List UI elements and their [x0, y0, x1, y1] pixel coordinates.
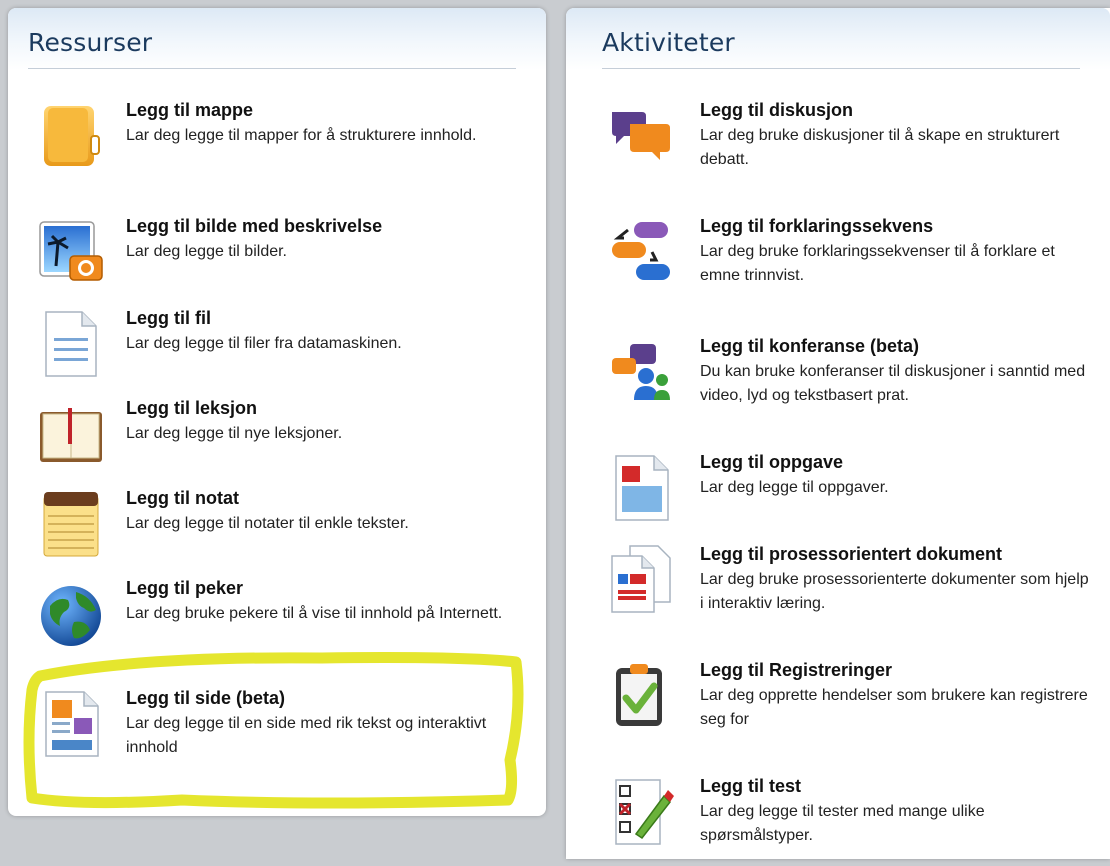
- item-title: Legg til prosessorientert dokument: [700, 544, 1003, 564]
- item-title: Legg til mappe: [126, 100, 254, 120]
- header-divider: [28, 68, 516, 69]
- clipboard-check-icon: [606, 660, 676, 730]
- item-title: Legg til oppgave: [700, 452, 844, 472]
- highlight-annotation: [23, 652, 524, 809]
- resources-title: Ressurser: [28, 28, 153, 57]
- activities-header: Aktiviteter: [566, 8, 1110, 70]
- item-description: Lar deg bruke prosessorienterte dokument…: [700, 571, 1089, 612]
- resources-header: Ressurser: [8, 8, 546, 70]
- add-note-item[interactable]: Legg til notat Lar deg legge til notater…: [8, 488, 546, 578]
- item-description: Lar deg legge til nye leksjoner.: [126, 425, 343, 442]
- documents-icon: [606, 544, 676, 614]
- add-image-item[interactable]: Legg til bilde med beskrivelse Lar deg l…: [8, 216, 546, 306]
- item-description: Lar deg bruke diskusjoner til å skape en…: [700, 127, 1060, 168]
- add-file-item[interactable]: Legg til fil Lar deg legge til filer fra…: [8, 308, 546, 398]
- add-lesson-item[interactable]: Legg til leksjon Lar deg legge til nye l…: [8, 398, 546, 488]
- item-title: Legg til test: [700, 776, 802, 796]
- item-description: Lar deg legge til tester med mange ulike…: [700, 803, 985, 844]
- item-description: Du kan bruke konferanser til diskusjoner…: [700, 363, 1086, 404]
- add-process-document-item[interactable]: Legg til prosessorientert dokument Lar d…: [566, 544, 1110, 634]
- item-description: Lar deg legge til filer fra datamaskinen…: [126, 335, 402, 352]
- item-title: Legg til konferanse (beta): [700, 336, 920, 356]
- image-icon: [36, 216, 106, 286]
- item-title: Legg til diskusjon: [700, 100, 854, 120]
- add-explanation-sequence-item[interactable]: Legg til forklaringssekvens Lar deg bruk…: [566, 216, 1110, 306]
- book-icon: [36, 398, 106, 468]
- notepad-icon: [36, 488, 106, 558]
- item-description: Lar deg bruke forklaringssekvenser til å…: [700, 243, 1055, 284]
- activities-title: Aktiviteter: [602, 28, 735, 57]
- conference-icon: [606, 336, 676, 406]
- add-test-item[interactable]: Legg til test Lar deg legge til tester m…: [566, 776, 1110, 866]
- item-title: Legg til fil: [126, 308, 211, 328]
- item-description: Lar deg opprette hendelser som brukere k…: [700, 687, 1088, 728]
- globe-icon: [36, 578, 106, 648]
- activities-panel: Aktiviteter Legg til diskusjon Lar deg b…: [566, 8, 1110, 859]
- item-title: Legg til Registreringer: [700, 660, 893, 680]
- discussion-icon: [606, 100, 676, 170]
- item-description: Lar deg legge til bilder.: [126, 243, 287, 260]
- folder-icon: [36, 100, 106, 170]
- assignment-icon: [606, 452, 676, 522]
- sequence-icon: [606, 216, 676, 286]
- item-description: Lar deg legge til notater til enkle teks…: [126, 515, 409, 532]
- item-title: Legg til leksjon: [126, 398, 258, 418]
- add-assignment-item[interactable]: Legg til oppgave Lar deg legge til oppga…: [566, 452, 1110, 542]
- item-description: Lar deg legge til mapper for å strukture…: [126, 127, 477, 144]
- item-title: Legg til forklaringssekvens: [700, 216, 934, 236]
- item-title: Legg til bilde med beskrivelse: [126, 216, 383, 236]
- add-conference-item[interactable]: Legg til konferanse (beta) Du kan bruke …: [566, 336, 1110, 426]
- header-divider: [602, 68, 1080, 69]
- add-discussion-item[interactable]: Legg til diskusjon Lar deg bruke diskusj…: [566, 100, 1110, 190]
- file-icon: [36, 308, 106, 378]
- item-description: Lar deg bruke pekere til å vise til innh…: [126, 605, 503, 622]
- test-icon: [606, 776, 676, 846]
- add-registrations-item[interactable]: Legg til Registreringer Lar deg opprette…: [566, 660, 1110, 750]
- item-title: Legg til peker: [126, 578, 244, 598]
- item-description: Lar deg legge til oppgaver.: [700, 479, 889, 496]
- add-folder-item[interactable]: Legg til mappe Lar deg legge til mapper …: [8, 100, 546, 190]
- item-title: Legg til notat: [126, 488, 239, 508]
